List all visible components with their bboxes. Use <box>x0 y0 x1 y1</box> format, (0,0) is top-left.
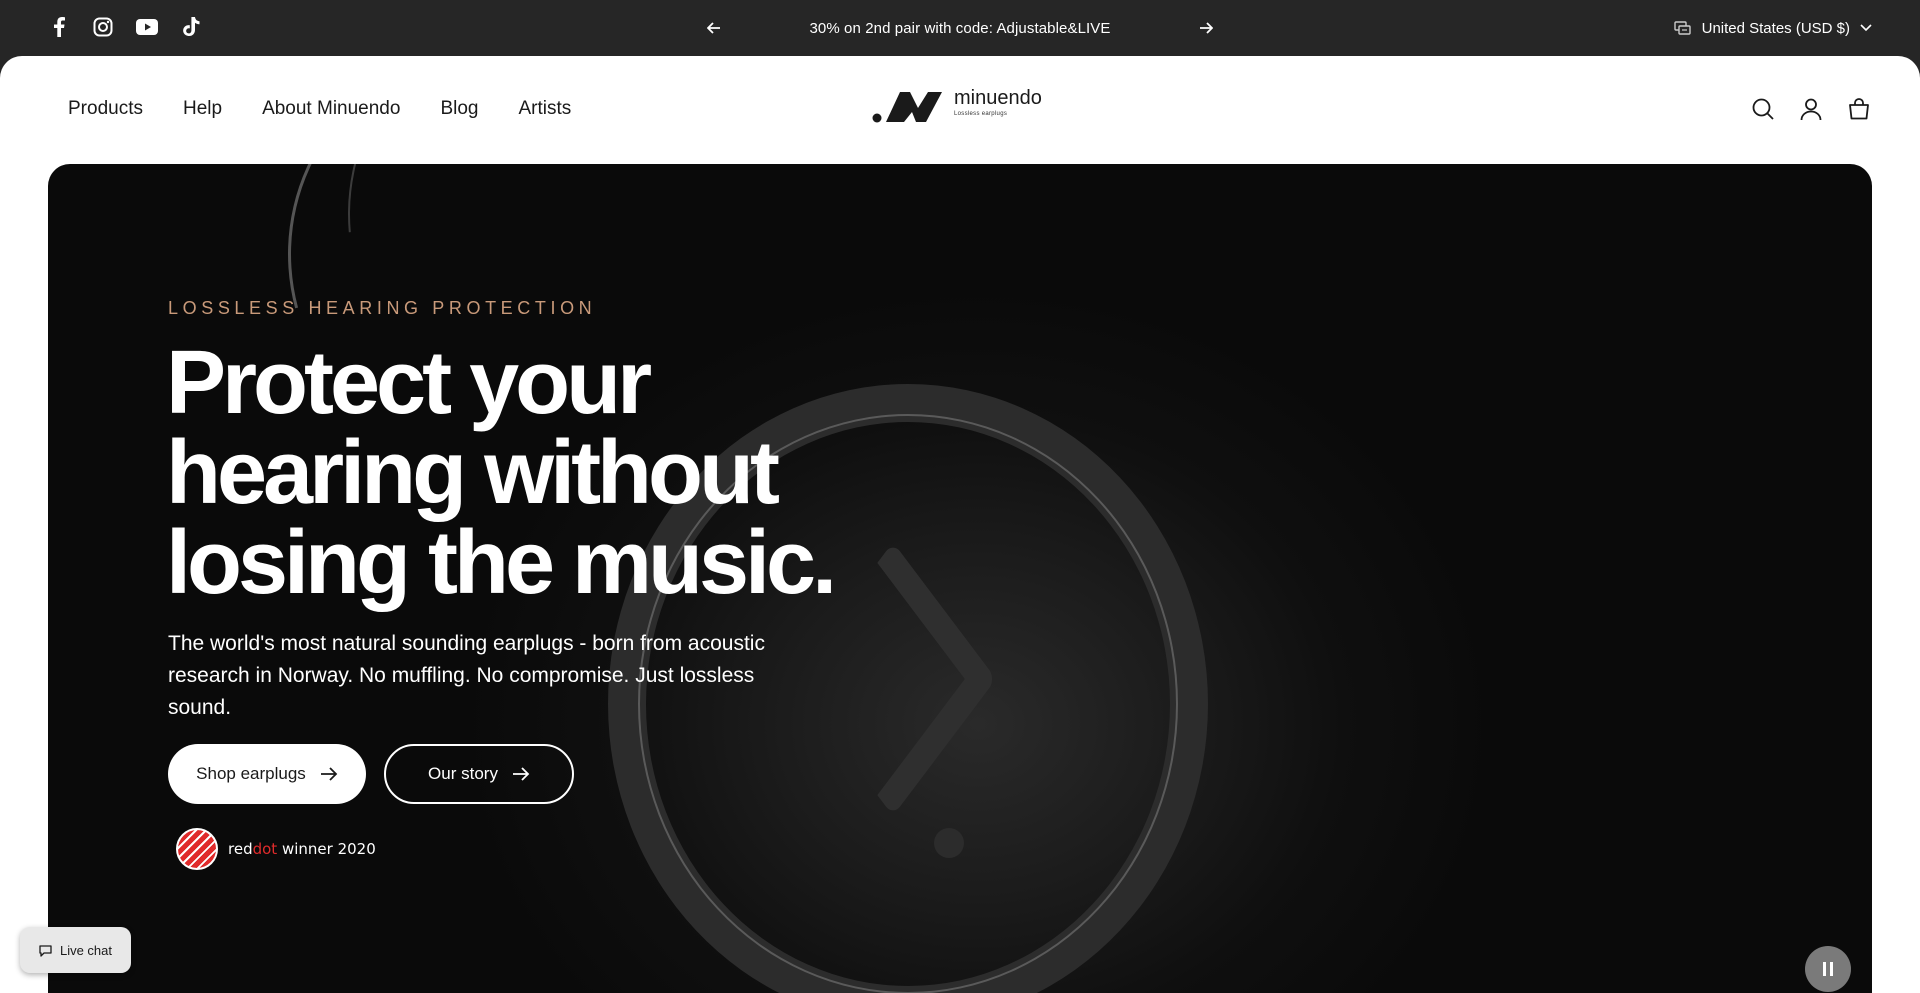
nav-item-about[interactable]: About Minuendo <box>262 98 400 120</box>
announcement-carousel: 30% on 2nd pair with code: Adjustable&LI… <box>700 0 1220 56</box>
currency-label: United States (USD $) <box>1701 19 1850 37</box>
hero-headline: Protect your hearing without losing the … <box>166 333 837 613</box>
chat-bubble-icon <box>39 944 52 957</box>
tiktok-icon[interactable] <box>180 16 202 38</box>
reddot-award: reddot winner 2020 <box>176 828 376 870</box>
previous-announcement-button[interactable] <box>700 14 728 42</box>
hero-subtext: The world's most natural sounding earplu… <box>168 632 765 719</box>
nav-item-artists[interactable]: Artists <box>518 98 571 120</box>
pause-video-button[interactable] <box>1805 946 1851 992</box>
social-links <box>48 16 202 38</box>
nav-item-blog[interactable]: Blog <box>440 98 478 120</box>
main-nav: Products Help About Minuendo Blog Artist… <box>68 98 571 120</box>
facebook-icon[interactable] <box>48 16 70 38</box>
reddot-red: red <box>228 840 253 858</box>
live-chat-button[interactable]: Live chat <box>20 927 131 973</box>
header-actions <box>1750 96 1872 122</box>
nav-item-products[interactable]: Products <box>68 98 143 120</box>
arrow-left-icon <box>707 22 720 34</box>
announcement-text: 30% on 2nd pair with code: Adjustable&LI… <box>809 19 1111 37</box>
hero-banner: LOSSLESS HEARING PROTECTION Protect your… <box>48 164 1872 993</box>
cart-icon[interactable] <box>1846 96 1872 122</box>
logo-wordmark: minuendo <box>954 87 1042 109</box>
announcement-bar: 30% on 2nd pair with code: Adjustable&LI… <box>0 0 1920 56</box>
hero-earplug-dot <box>934 828 964 858</box>
youtube-icon[interactable] <box>136 16 158 38</box>
logo-tagline: Lossless earplugs <box>954 111 1008 117</box>
our-story-label: Our story <box>428 764 498 783</box>
instagram-icon[interactable] <box>92 16 114 38</box>
currency-icon <box>1673 21 1691 35</box>
reddot-badge-icon <box>176 828 218 870</box>
arrow-right-icon <box>1199 22 1213 34</box>
nav-item-help[interactable]: Help <box>183 98 222 120</box>
pause-icon <box>1823 962 1833 976</box>
reddot-dot: dot <box>252 840 278 858</box>
next-announcement-button[interactable] <box>1192 14 1220 42</box>
currency-selector[interactable]: United States (USD $) <box>1673 0 1872 56</box>
reddot-award-text: reddot winner 2020 <box>228 840 376 858</box>
logo-mark <box>872 92 942 123</box>
shop-earplugs-label: Shop earplugs <box>196 764 306 783</box>
logo-text: minuendo Lossless earplugs <box>954 88 1042 117</box>
shop-earplugs-button[interactable]: Shop earplugs <box>168 744 366 804</box>
arrow-right-icon <box>512 767 530 781</box>
chevron-down-icon <box>1860 24 1872 32</box>
site-logo[interactable]: minuendo Lossless earplugs <box>872 88 1042 124</box>
arrow-right-icon <box>320 767 338 781</box>
reddot-suffix: winner 2020 <box>277 840 376 858</box>
hero-eyebrow: LOSSLESS HEARING PROTECTION <box>168 298 597 318</box>
live-chat-label: Live chat <box>59 942 113 958</box>
our-story-button[interactable]: Our story <box>384 744 574 804</box>
account-icon[interactable] <box>1798 96 1824 122</box>
search-icon[interactable] <box>1750 96 1776 122</box>
